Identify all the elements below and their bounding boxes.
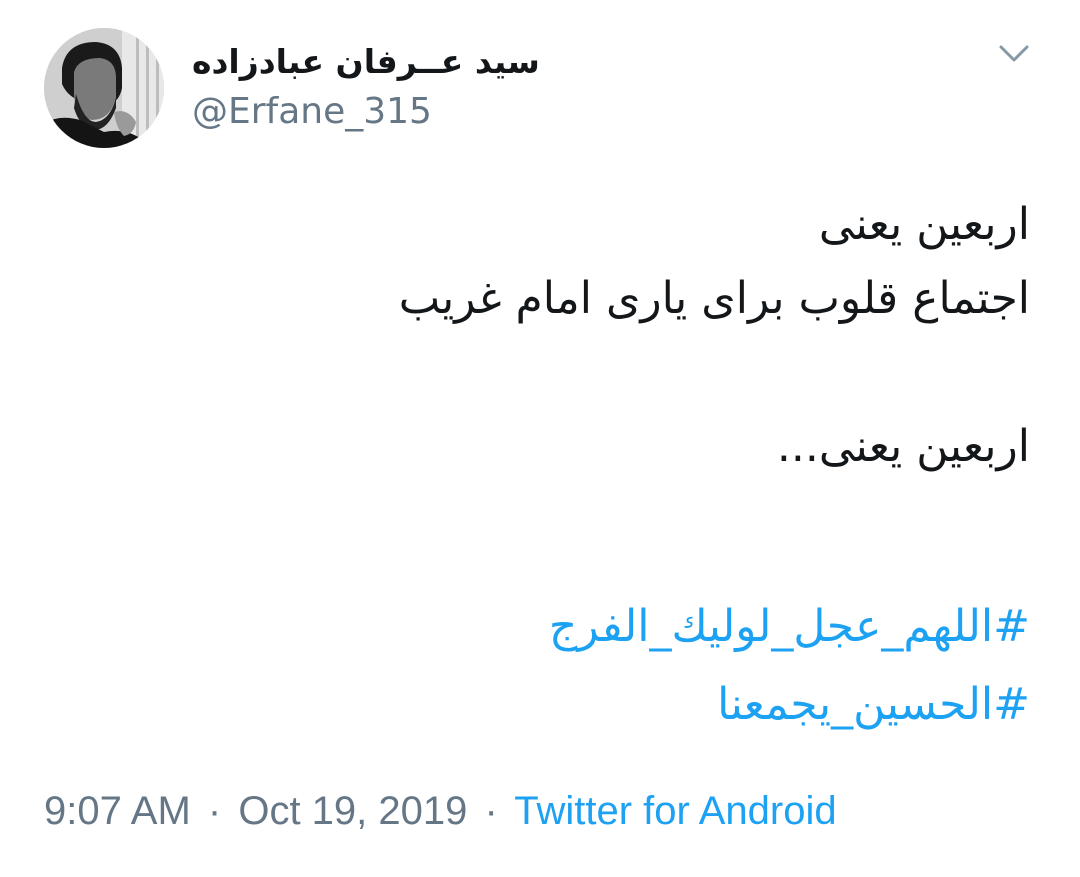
tweet-text: اربعین یعنی اجتماع قلوب برای یاری امام غ… (399, 188, 1030, 484)
hashtag-link[interactable]: #الحسين_يجمعنا (549, 666, 1030, 744)
meta-separator: · (484, 789, 498, 833)
tweet-time[interactable]: 9:07 AM (44, 789, 191, 833)
tweet-text-line: اجتماع قلوب برای یاری امام غریب (398, 273, 1030, 324)
meta-separator: · (207, 789, 222, 833)
author-handle[interactable]: @Erfane_315 (192, 86, 432, 138)
tweet-source-link[interactable]: Twitter for Android (514, 789, 836, 833)
chevron-down-icon (999, 45, 1029, 62)
tweet-menu-button[interactable] (992, 36, 1036, 72)
tweet-text-line: اربعین یعنی... (776, 421, 1030, 472)
avatar[interactable] (44, 28, 164, 148)
hashtag-list: #اللهم_عجل_لوليك_الفرج #الحسين_يجمعنا (549, 588, 1030, 744)
author-display-name[interactable]: سید عــرفان عبادزاده (192, 38, 540, 86)
tweet-card: سید عــرفان عبادزاده @Erfane_315 اربعین … (0, 0, 1080, 877)
tweet-text-line: اربعین یعنی (818, 199, 1030, 250)
hashtag-link[interactable]: #اللهم_عجل_لوليك_الفرج (549, 588, 1030, 666)
tweet-date[interactable]: Oct 19, 2019 (238, 789, 467, 833)
user-avatar-icon (44, 28, 164, 148)
tweet-meta: 9:07 AM · Oct 19, 2019 · Twitter for And… (44, 784, 837, 838)
